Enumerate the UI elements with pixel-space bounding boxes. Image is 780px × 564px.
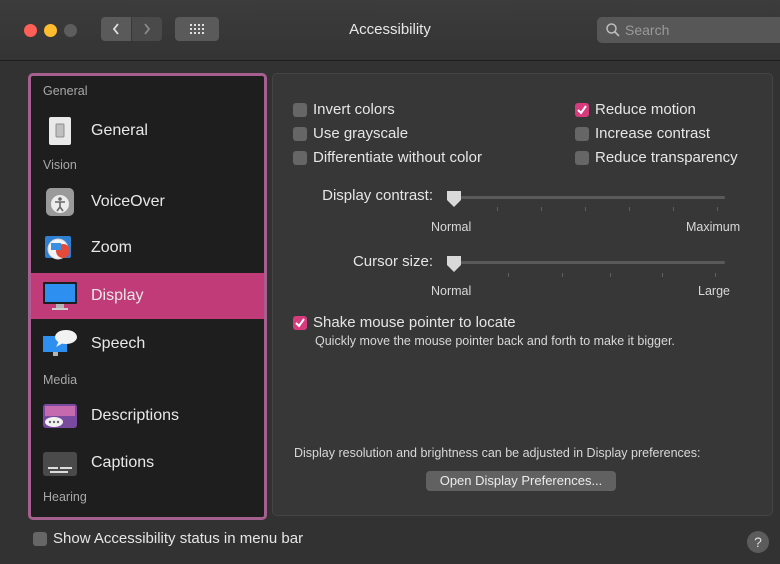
voiceover-icon bbox=[41, 186, 79, 218]
category-general: General bbox=[43, 84, 88, 98]
cursor-size-slider[interactable] bbox=[448, 261, 725, 264]
checkbox-label: Shake mouse pointer to locate bbox=[313, 314, 516, 331]
search-icon bbox=[606, 23, 620, 37]
checkmark-icon bbox=[577, 104, 587, 115]
increase-contrast-checkbox[interactable]: Increase contrast bbox=[575, 125, 710, 142]
display-contrast-slider[interactable] bbox=[448, 196, 725, 199]
checkbox-label: Increase contrast bbox=[595, 125, 711, 142]
captions-icon bbox=[41, 447, 79, 479]
cursor-min-label: Normal bbox=[431, 284, 472, 298]
checkbox-box bbox=[293, 102, 307, 117]
cursor-size-knob[interactable] bbox=[446, 255, 462, 273]
search-field[interactable]: Search bbox=[597, 17, 780, 43]
sidebar: General General Vision VoiceOver Zoom Di bbox=[28, 73, 267, 520]
accessibility-window: Accessibility Search General General Vis… bbox=[0, 0, 780, 564]
reduce-motion-checkbox[interactable]: Reduce motion bbox=[575, 101, 696, 118]
contrast-min-label: Normal bbox=[431, 220, 472, 234]
sidebar-item-label: VoiceOver bbox=[91, 193, 165, 210]
shake-mouse-pointer-checkbox[interactable]: Shake mouse pointer to locate bbox=[293, 314, 516, 331]
category-vision: Vision bbox=[43, 158, 77, 172]
slider-tick bbox=[629, 207, 630, 211]
sidebar-item-label: Speech bbox=[91, 335, 146, 352]
sidebar-item-label: General bbox=[91, 122, 148, 139]
checkbox-box bbox=[293, 126, 307, 141]
contrast-max-label: Maximum bbox=[686, 220, 741, 234]
checkbox-label: Differentiate without color bbox=[313, 149, 482, 166]
open-display-preferences-button[interactable]: Open Display Preferences... bbox=[426, 471, 616, 491]
display-icon bbox=[41, 280, 79, 312]
zoom-icon bbox=[41, 232, 79, 264]
checkbox-label: Reduce transparency bbox=[595, 149, 738, 166]
sidebar-item-display[interactable]: Display bbox=[31, 273, 264, 319]
slider-tick bbox=[610, 273, 611, 277]
checkbox-box bbox=[33, 531, 47, 546]
display-contrast-knob[interactable] bbox=[446, 190, 462, 208]
resolution-note: Display resolution and brightness can be… bbox=[294, 446, 701, 460]
sidebar-item-general[interactable]: General bbox=[31, 108, 264, 154]
use-grayscale-checkbox[interactable]: Use grayscale bbox=[293, 125, 408, 142]
checkbox-label: Invert colors bbox=[313, 101, 395, 118]
sidebar-item-captions[interactable]: Captions bbox=[31, 440, 264, 486]
sidebar-item-label: Display bbox=[91, 287, 144, 304]
checkmark-icon bbox=[295, 317, 305, 328]
category-hearing: Hearing bbox=[43, 490, 87, 504]
sidebar-item-zoom[interactable]: Zoom bbox=[31, 225, 264, 271]
reduce-transparency-checkbox[interactable]: Reduce transparency bbox=[575, 149, 738, 166]
shake-description: Quickly move the mouse pointer back and … bbox=[315, 334, 675, 348]
slider-tick bbox=[715, 273, 716, 277]
checkbox-box bbox=[293, 315, 307, 330]
checkbox-box bbox=[293, 150, 307, 165]
checkbox-box bbox=[575, 126, 589, 141]
display-contrast-label: Display contrast: bbox=[322, 187, 433, 204]
slider-tick bbox=[673, 207, 674, 211]
checkbox-box bbox=[575, 102, 589, 117]
sidebar-item-voiceover[interactable]: VoiceOver bbox=[31, 179, 264, 225]
slider-tick bbox=[585, 207, 586, 211]
search-placeholder: Search bbox=[625, 22, 670, 38]
sidebar-item-label: Descriptions bbox=[91, 407, 180, 424]
sidebar-item-descriptions[interactable]: Descriptions bbox=[31, 393, 264, 439]
differentiate-without-color-checkbox[interactable]: Differentiate without color bbox=[293, 149, 482, 166]
sidebar-item-label: Captions bbox=[91, 454, 155, 471]
title-bar: Accessibility Search bbox=[0, 0, 780, 61]
cursor-size-label: Cursor size: bbox=[352, 253, 433, 270]
checkbox-label: Show Accessibility status in menu bar bbox=[53, 530, 304, 547]
slider-tick bbox=[497, 207, 498, 211]
slider-tick bbox=[508, 273, 509, 277]
slider-tick bbox=[562, 273, 563, 277]
show-status-in-menu-bar-checkbox[interactable]: Show Accessibility status in menu bar bbox=[33, 530, 303, 547]
slider-tick bbox=[662, 273, 663, 277]
category-media: Media bbox=[43, 373, 78, 387]
sidebar-item-label: Zoom bbox=[91, 239, 132, 256]
sidebar-item-speech[interactable]: Speech bbox=[31, 321, 264, 367]
help-button[interactable]: ? bbox=[747, 531, 769, 553]
cursor-max-label: Large bbox=[698, 284, 730, 298]
switch-icon bbox=[41, 115, 79, 147]
checkbox-label: Use grayscale bbox=[313, 125, 409, 142]
slider-tick bbox=[717, 207, 718, 211]
checkbox-box bbox=[575, 150, 589, 165]
speech-icon bbox=[41, 328, 79, 360]
invert-colors-checkbox[interactable]: Invert colors bbox=[293, 101, 395, 118]
slider-tick bbox=[541, 207, 542, 211]
checkbox-label: Reduce motion bbox=[595, 101, 696, 118]
descriptions-icon bbox=[41, 400, 79, 432]
